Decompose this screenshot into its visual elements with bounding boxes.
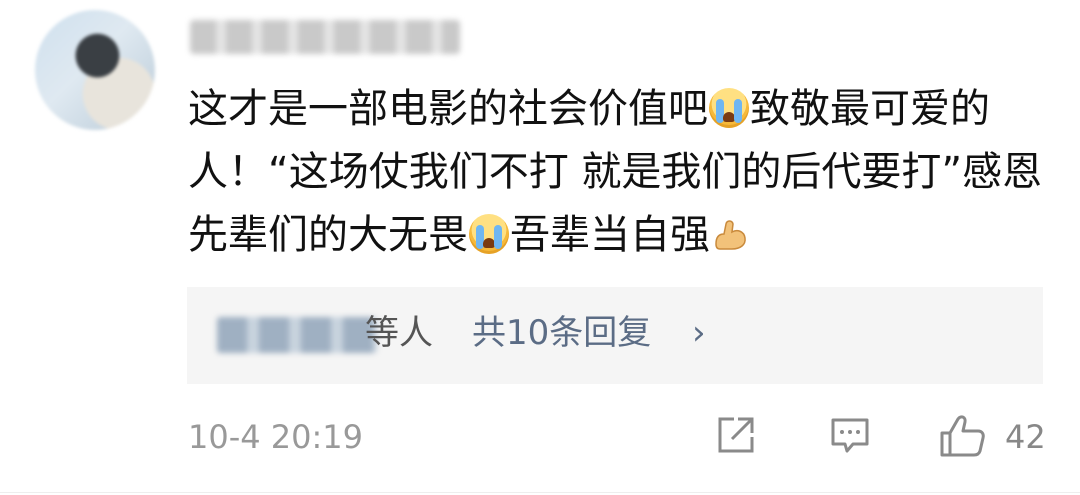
avatar[interactable] bbox=[35, 10, 155, 130]
replies-box[interactable]: 等人 共10条回复 › bbox=[187, 287, 1043, 384]
flexed-biceps-icon bbox=[710, 210, 750, 250]
view-replies-link[interactable]: 共10条回复 bbox=[472, 309, 651, 357]
reply-users-blurred bbox=[217, 317, 377, 353]
crying-face-icon bbox=[469, 214, 509, 254]
reply-etc-label: 等人 bbox=[365, 313, 433, 353]
share-icon[interactable] bbox=[712, 413, 758, 463]
chevron-right-icon[interactable]: › bbox=[692, 309, 706, 357]
divider bbox=[0, 492, 1080, 493]
crying-face-icon bbox=[709, 88, 749, 128]
like-icon[interactable] bbox=[938, 413, 988, 463]
comment-text: 这才是一部电影的社会价值吧 致敬最可爱的人！“这场仗我们不打 就是我们的后代要打”… bbox=[188, 78, 1048, 267]
like-count: 42 bbox=[1005, 418, 1046, 456]
comment-icon[interactable] bbox=[827, 413, 873, 463]
comment-text-part1: 这才是一部电影的社会价值吧 bbox=[188, 86, 708, 132]
timestamp: 10-4 20:19 bbox=[188, 418, 364, 456]
comment-text-part3: 吾辈当自强 bbox=[510, 212, 710, 258]
username-blurred[interactable] bbox=[190, 20, 460, 54]
